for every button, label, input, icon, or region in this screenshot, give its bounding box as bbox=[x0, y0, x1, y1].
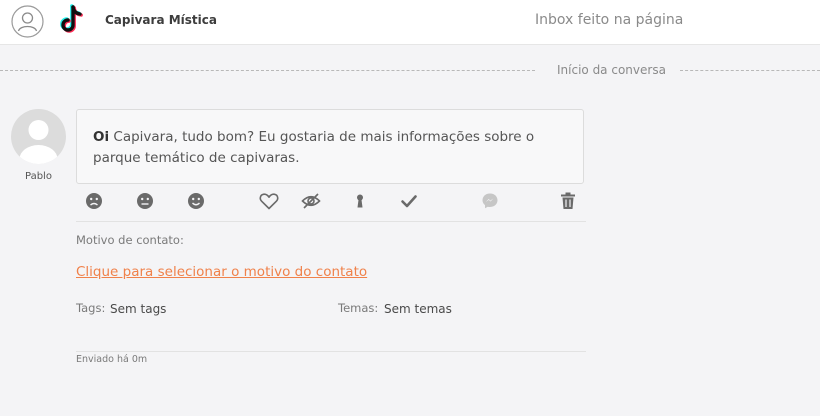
author-avatar bbox=[11, 109, 66, 164]
user-circle-icon[interactable] bbox=[11, 5, 44, 38]
message-bubble: Oi Capivara, tudo bom? Eu gostaria de ma… bbox=[76, 109, 584, 184]
sent-timestamp: Enviado há 0m bbox=[76, 354, 148, 365]
top-bar: Capivara Mística Inbox feito na página bbox=[0, 0, 820, 45]
messenger-icon[interactable] bbox=[479, 190, 501, 212]
author-name: Pablo bbox=[25, 171, 52, 182]
divider-line bbox=[680, 70, 820, 71]
tags-value[interactable]: Sem tags bbox=[110, 302, 166, 316]
page-name: Capivara Mística bbox=[105, 13, 217, 27]
message-body: Capivara, tudo bom? Eu gostaria de mais … bbox=[93, 129, 535, 166]
neutral-face-icon[interactable] bbox=[134, 190, 156, 212]
section-divider bbox=[76, 221, 586, 222]
divider-line bbox=[0, 70, 535, 71]
heart-icon[interactable] bbox=[258, 190, 280, 212]
contact-reason-label: Motivo de contato: bbox=[76, 233, 184, 247]
themes-label: Temas: bbox=[338, 301, 379, 315]
conversation-source: Inbox feito na página bbox=[535, 12, 684, 28]
trash-icon[interactable] bbox=[557, 190, 579, 212]
message-text: Oi Capivara, tudo bom? Eu gostaria de ma… bbox=[93, 127, 573, 169]
tags-label: Tags: bbox=[76, 301, 106, 315]
message-greeting: Oi bbox=[93, 129, 110, 145]
happy-face-icon[interactable] bbox=[185, 190, 207, 212]
tiktok-icon bbox=[60, 4, 83, 33]
sad-face-icon[interactable] bbox=[83, 190, 105, 212]
eye-off-icon[interactable] bbox=[300, 190, 322, 212]
conversation-start-label: Início da conversa bbox=[557, 63, 666, 77]
section-divider bbox=[76, 351, 586, 352]
check-icon[interactable] bbox=[398, 190, 420, 212]
select-contact-reason-link[interactable]: Clique para selecionar o motivo do conta… bbox=[76, 264, 367, 280]
themes-value[interactable]: Sem temas bbox=[384, 302, 452, 316]
keyhole-icon[interactable] bbox=[349, 190, 371, 212]
